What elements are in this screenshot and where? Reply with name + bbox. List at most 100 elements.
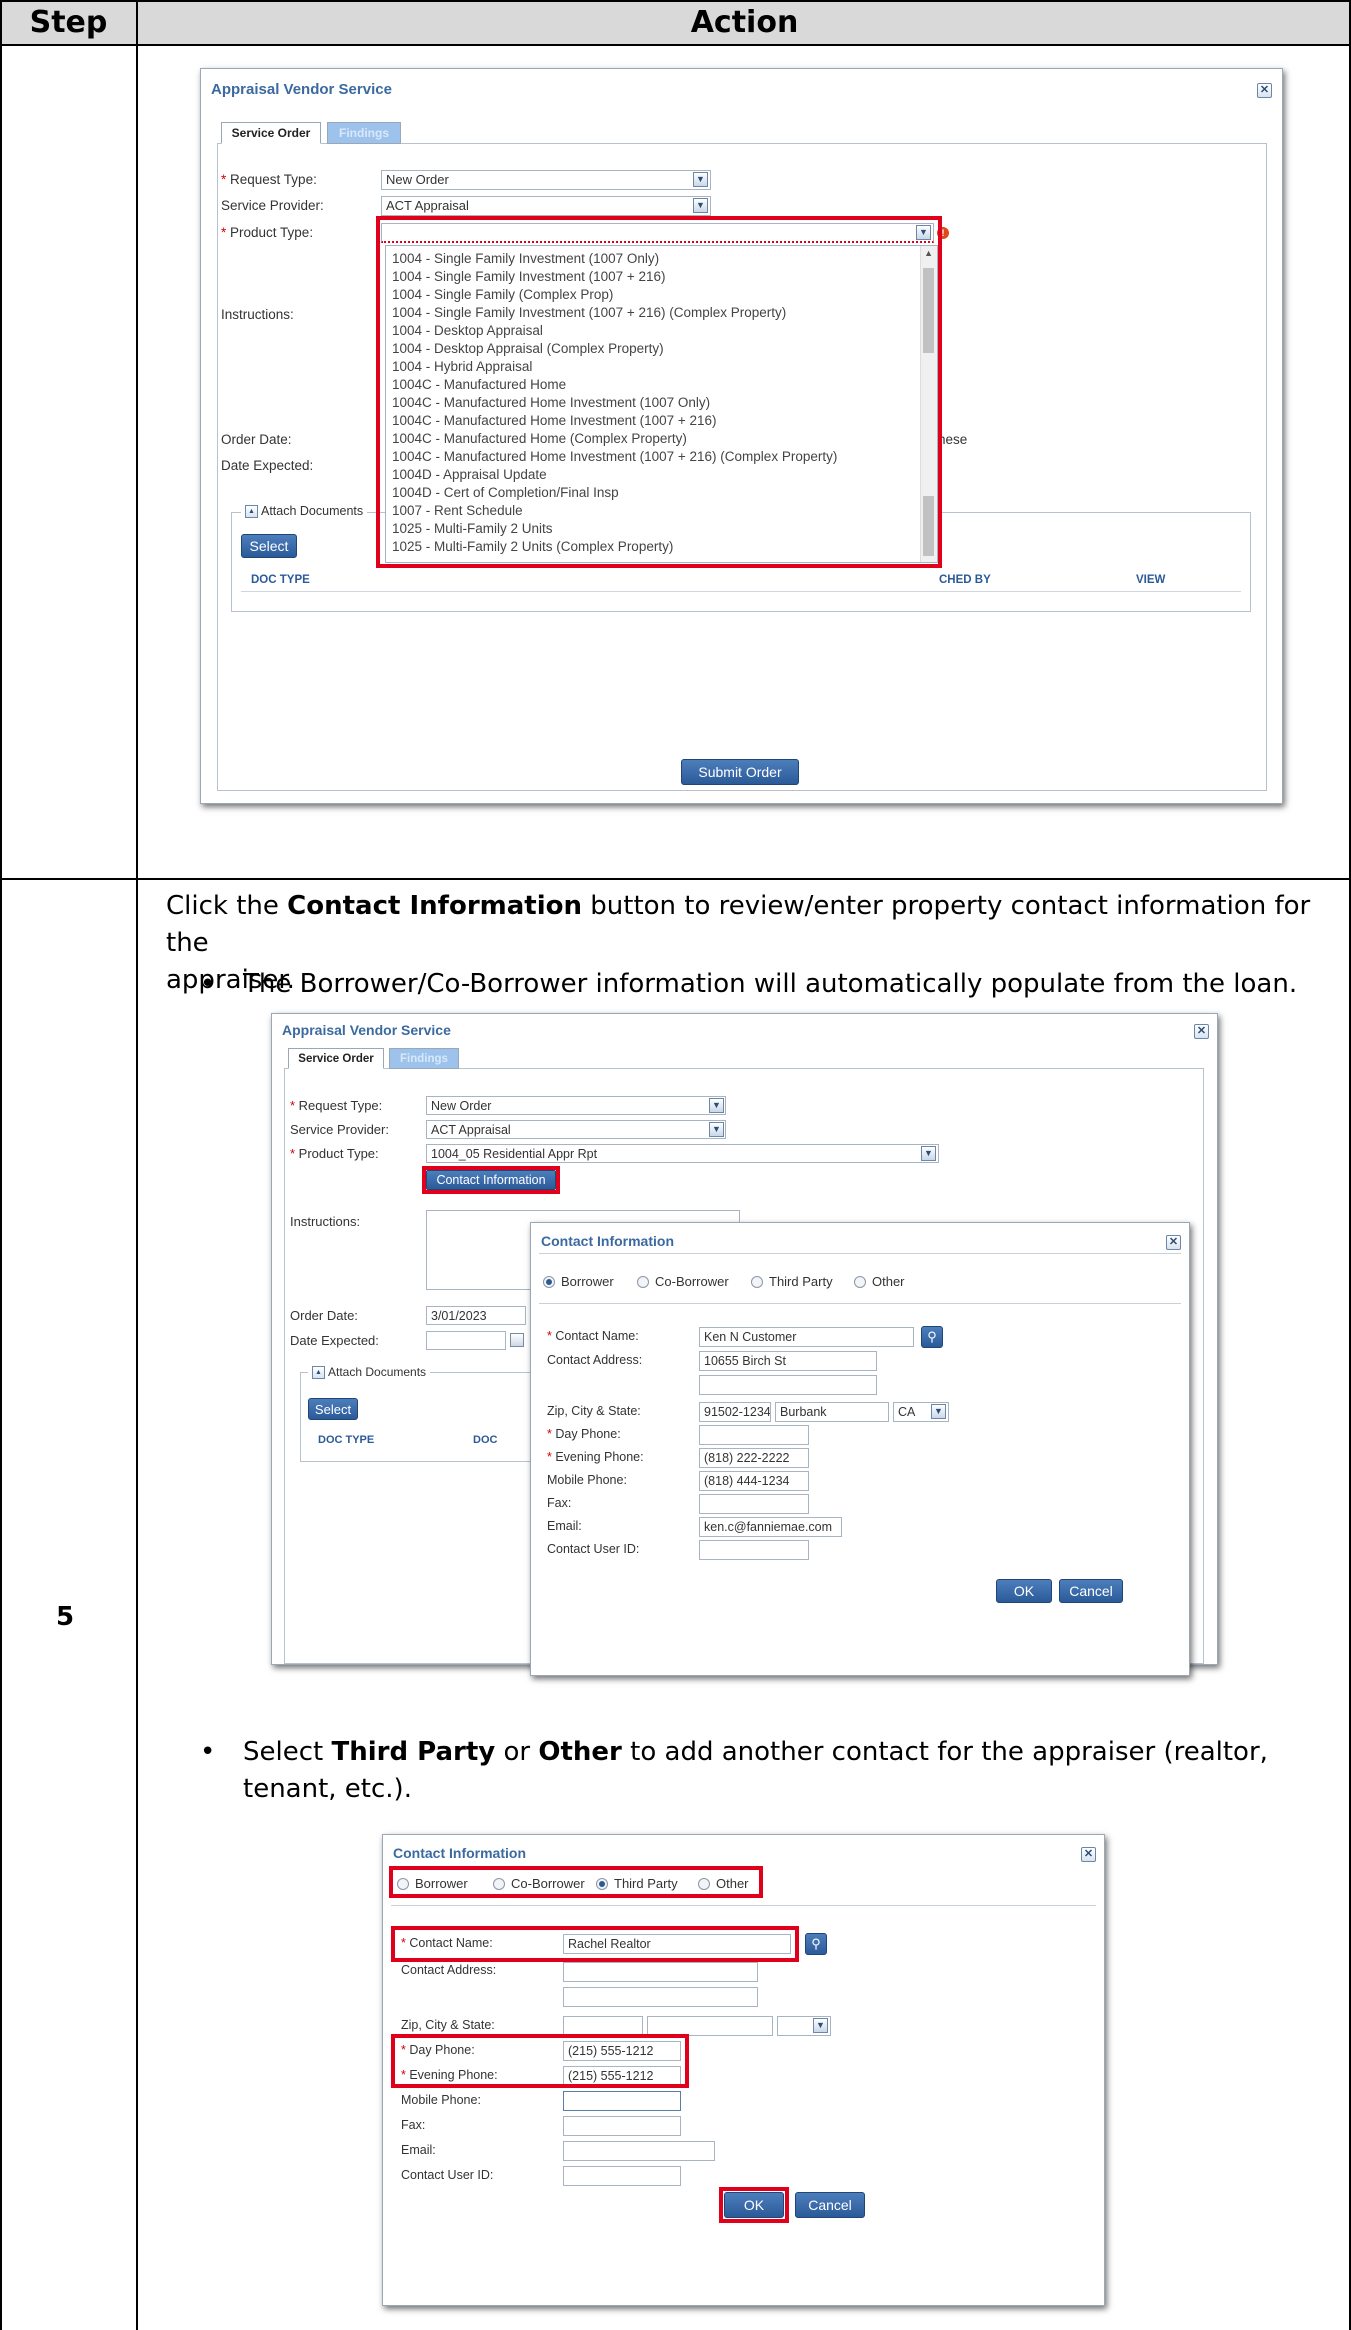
email-input[interactable] <box>563 2141 715 2161</box>
list-item[interactable]: 1004 - Single Family Investment (1007 + … <box>392 269 666 284</box>
chevron-down-icon[interactable]: ▼ <box>693 198 708 213</box>
scrollbar-thumb-bottom[interactable] <box>923 496 934 556</box>
fax-input[interactable] <box>563 2116 681 2136</box>
list-item[interactable]: 1004D - Cert of Completion/Final Insp <box>392 485 619 500</box>
list-item[interactable]: 1004 - Single Family (Complex Prop) <box>392 287 613 302</box>
radio-other[interactable] <box>698 1878 710 1890</box>
list-item[interactable]: 1004 - Hybrid Appraisal <box>392 359 532 374</box>
city-input[interactable] <box>647 2016 773 2036</box>
tab-findings[interactable]: Findings <box>389 1048 459 1069</box>
radio-coborrower[interactable] <box>493 1878 505 1890</box>
contact-name-input[interactable]: Ken N Customer <box>699 1327 914 1347</box>
list-item[interactable]: 1004 - Single Family Investment (1007 On… <box>392 251 659 266</box>
scrollbar-thumb-top[interactable] <box>923 268 934 353</box>
radio-thirdparty[interactable] <box>751 1276 763 1288</box>
close-icon[interactable]: ✕ <box>1166 1235 1181 1250</box>
list-item[interactable]: 1004 - Desktop Appraisal <box>392 323 543 338</box>
request-type-select[interactable]: New Order <box>426 1096 726 1115</box>
list-item[interactable]: 1004 - Desktop Appraisal (Complex Proper… <box>392 341 664 356</box>
radio-other[interactable] <box>854 1276 866 1288</box>
radio-thirdparty[interactable] <box>596 1878 608 1890</box>
list-item[interactable]: 1007 - Rent Schedule <box>392 503 523 518</box>
attached-by-column-header[interactable]: CHED BY <box>939 574 991 586</box>
radio-borrower[interactable] <box>397 1878 409 1890</box>
day-phone-input[interactable] <box>699 1425 809 1445</box>
address-line2-input[interactable] <box>563 1987 758 2007</box>
doc-type-column-header[interactable]: DOC TYPE <box>251 574 310 586</box>
close-icon[interactable]: ✕ <box>1081 1847 1096 1862</box>
tab-service-order[interactable]: Service Order <box>221 122 321 144</box>
radio-coborrower-label[interactable]: Co-Borrower <box>511 1876 585 1891</box>
view-column-header[interactable]: VIEW <box>1136 574 1165 586</box>
radio-coborrower[interactable] <box>637 1276 649 1288</box>
contact-user-id-input[interactable] <box>699 1540 809 1560</box>
radio-other-label[interactable]: Other <box>716 1876 749 1891</box>
list-item[interactable]: 1025 - Multi-Family 2 Units <box>392 521 553 536</box>
doc-type-column-header[interactable]: DOC TYPE <box>318 1434 374 1446</box>
address-line1-input[interactable] <box>563 1962 758 1982</box>
product-type-list[interactable]: ▲ 1004 - Single Family Investment (1007 … <box>385 245 938 563</box>
email-input[interactable]: ken.c@fanniemae.com <box>699 1517 842 1537</box>
chevron-down-icon[interactable]: ▼ <box>921 1146 936 1161</box>
radio-thirdparty-label[interactable]: Third Party <box>614 1876 678 1891</box>
list-item[interactable]: 1004C - Manufactured Home <box>392 377 566 392</box>
radio-borrower-label[interactable]: Borrower <box>415 1876 468 1891</box>
contact-user-id-input[interactable] <box>563 2166 681 2186</box>
contact-name-input[interactable]: Rachel Realtor <box>563 1934 791 1954</box>
evening-phone-input[interactable]: (818) 222-2222 <box>699 1448 809 1468</box>
search-icon[interactable]: ⚲ <box>805 1933 827 1955</box>
product-type-select[interactable] <box>381 223 934 243</box>
chevron-down-icon[interactable]: ▼ <box>931 1404 946 1419</box>
cancel-button[interactable]: Cancel <box>1059 1579 1123 1603</box>
select-button[interactable]: Select <box>241 534 297 558</box>
fax-input[interactable] <box>699 1494 809 1514</box>
date-expected-field[interactable] <box>426 1331 506 1350</box>
search-icon[interactable]: ⚲ <box>921 1326 943 1348</box>
zip-input[interactable]: 91502-1234 <box>699 1402 771 1422</box>
ok-button[interactable]: OK <box>996 1579 1052 1603</box>
scroll-up-icon[interactable]: ▲ <box>924 248 933 258</box>
service-provider-select[interactable]: ACT Appraisal <box>426 1120 726 1139</box>
list-item[interactable]: 1004C - Manufactured Home Investment (10… <box>392 395 710 410</box>
mobile-phone-input[interactable] <box>563 2091 681 2111</box>
list-item[interactable]: 1004C - Manufactured Home Investment (10… <box>392 413 717 428</box>
tab-findings[interactable]: Findings <box>327 122 401 144</box>
service-provider-select[interactable]: ACT Appraisal <box>381 196 711 216</box>
submit-order-button[interactable]: Submit Order <box>681 759 799 785</box>
radio-thirdparty-label[interactable]: Third Party <box>769 1274 833 1289</box>
doc-column-header[interactable]: DOC <box>473 1434 497 1446</box>
product-type-select[interactable]: 1004_05 Residential Appr Rpt <box>426 1144 939 1163</box>
chevron-down-icon[interactable]: ▼ <box>916 225 931 240</box>
day-phone-input[interactable]: (215) 555-1212 <box>563 2041 681 2061</box>
evening-phone-input[interactable]: (215) 555-1212 <box>563 2066 681 2086</box>
contact-information-button[interactable]: Contact Information <box>426 1170 556 1190</box>
request-type-select[interactable]: New Order <box>381 170 711 190</box>
mobile-phone-input[interactable]: (818) 444-1234 <box>699 1471 809 1491</box>
radio-borrower-label[interactable]: Borrower <box>561 1274 614 1289</box>
radio-coborrower-label[interactable]: Co-Borrower <box>655 1274 729 1289</box>
attach-documents-legend[interactable]: ▲ Attach Documents <box>308 1365 431 1380</box>
list-item[interactable]: 1004D - Appraisal Update <box>392 467 547 482</box>
close-icon[interactable]: ✕ <box>1194 1024 1209 1039</box>
radio-borrower[interactable] <box>543 1276 555 1288</box>
cancel-button[interactable]: Cancel <box>795 2192 865 2218</box>
attach-documents-legend[interactable]: ▲ Attach Documents <box>241 504 368 519</box>
list-item[interactable]: 1004 - Single Family Investment (1007 + … <box>392 305 786 320</box>
calendar-icon[interactable] <box>510 1333 524 1347</box>
tab-service-order[interactable]: Service Order <box>288 1048 384 1069</box>
ok-button[interactable]: OK <box>724 2192 784 2218</box>
radio-other-label[interactable]: Other <box>872 1274 905 1289</box>
select-button[interactable]: Select <box>308 1398 358 1420</box>
close-icon[interactable]: ✕ <box>1257 83 1272 98</box>
list-item[interactable]: 1025 - Multi-Family 2 Units (Complex Pro… <box>392 539 673 554</box>
chevron-down-icon[interactable]: ▼ <box>813 2018 828 2033</box>
list-item[interactable]: 1004C - Manufactured Home (Complex Prope… <box>392 431 687 446</box>
chevron-down-icon[interactable]: ▼ <box>709 1122 724 1137</box>
address-line1-input[interactable]: 10655 Birch St <box>699 1351 877 1371</box>
list-item[interactable]: 1004C - Manufactured Home Investment (10… <box>392 449 837 464</box>
city-input[interactable]: Burbank <box>775 1402 889 1422</box>
chevron-down-icon[interactable]: ▼ <box>709 1098 724 1113</box>
chevron-down-icon[interactable]: ▼ <box>693 172 708 187</box>
address-line2-input[interactable] <box>699 1375 877 1395</box>
zip-input[interactable] <box>563 2016 643 2036</box>
